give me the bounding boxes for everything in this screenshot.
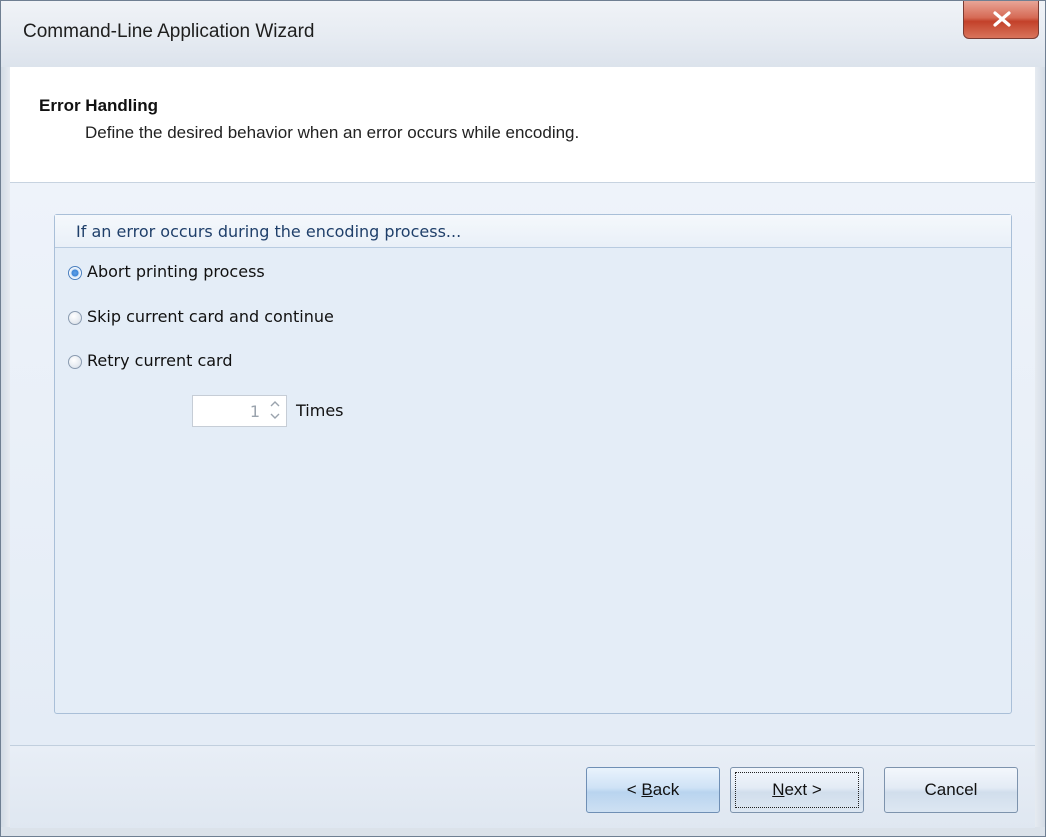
wizard-content: Error Handling Define the desired behavi… <box>10 67 1035 828</box>
retry-times-value[interactable]: 1 <box>250 402 260 421</box>
close-icon <box>993 11 1011 27</box>
retry-card-label[interactable]: Retry current card <box>87 351 233 370</box>
chevron-up-icon <box>270 401 280 407</box>
group-title: If an error occurs during the encoding p… <box>76 222 462 241</box>
wizard-body: If an error occurs during the encoding p… <box>10 183 1035 745</box>
group-header: If an error occurs during the encoding p… <box>55 215 1011 248</box>
next-button[interactable]: Next > <box>730 767 864 813</box>
window-frame-bottom <box>1 827 1045 836</box>
abort-printing-radio[interactable] <box>68 266 82 280</box>
spin-down-button[interactable] <box>268 411 282 423</box>
window-frame-left <box>1 67 10 827</box>
abort-printing-label[interactable]: Abort printing process <box>87 262 265 281</box>
page-title: Error Handling <box>39 96 159 115</box>
chevron-down-icon <box>270 413 280 419</box>
wizard-window: Command-Line Application Wizard Error Ha… <box>0 0 1046 837</box>
back-rest: ack <box>652 780 680 799</box>
close-button[interactable] <box>963 1 1039 39</box>
wizard-header: Error Handling Define the desired behavi… <box>10 67 1035 183</box>
skip-card-radio[interactable] <box>68 311 82 325</box>
page-description: Define the desired behavior when an erro… <box>85 123 580 142</box>
times-label: Times <box>296 401 344 420</box>
title-bar[interactable]: Command-Line Application Wizard <box>1 1 1045 67</box>
retry-card-radio[interactable] <box>68 355 82 369</box>
back-prefix: < <box>626 780 642 799</box>
focus-ring <box>735 772 859 808</box>
error-handling-group: If an error occurs during the encoding p… <box>54 214 1012 714</box>
cancel-button[interactable]: Cancel <box>884 767 1018 813</box>
spin-up-button[interactable] <box>268 399 282 411</box>
skip-card-label[interactable]: Skip current card and continue <box>87 307 334 326</box>
retry-times-stepper[interactable]: 1 <box>192 395 287 427</box>
back-button[interactable]: < Back <box>586 767 720 813</box>
back-mnemonic: B <box>641 780 653 799</box>
window-title: Command-Line Application Wizard <box>23 21 315 42</box>
wizard-footer: < Back Next > Cancel <box>10 745 1035 828</box>
window-frame-right <box>1035 67 1045 827</box>
